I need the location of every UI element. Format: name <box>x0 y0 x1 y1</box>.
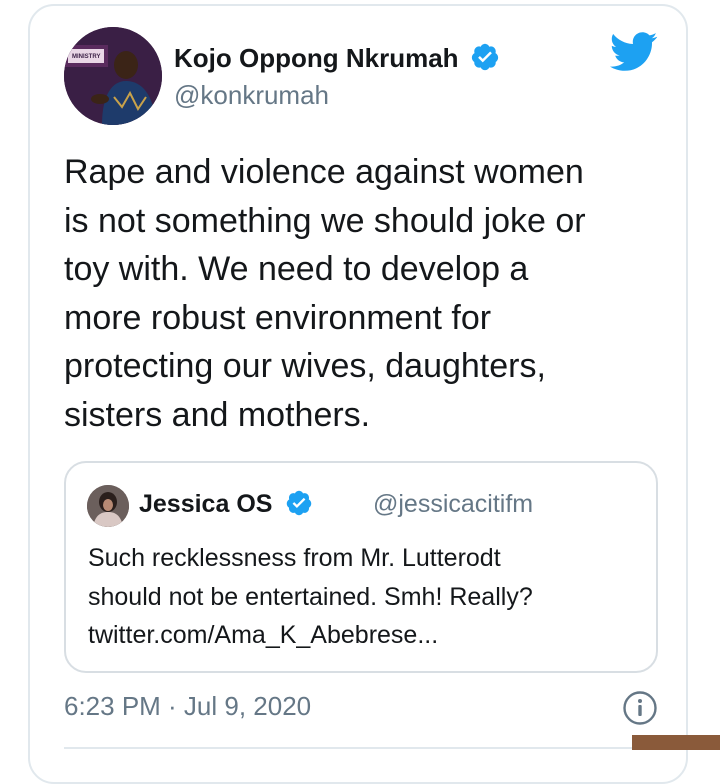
author-handle[interactable]: @konkrumah <box>174 80 329 111</box>
quoted-tweet[interactable]: Jessica OS @jessicacitifm Such recklessn… <box>64 461 658 673</box>
tweet-line: toy with. We need to develop a <box>64 250 529 288</box>
author-avatar[interactable]: MINISTRY <box>64 27 162 125</box>
author-name[interactable]: Kojo Oppong Nkrumah <box>174 42 500 74</box>
verified-badge-icon <box>471 43 498 71</box>
tweet-line: more robust environment for <box>64 298 492 337</box>
quoted-author-handle[interactable]: @jessicacitifm <box>373 490 533 519</box>
tweet-timestamp[interactable]: 6:23 PM · Jul 9, 2020 <box>64 691 311 722</box>
twitter-bird-icon[interactable] <box>610 32 658 72</box>
background-scrap <box>632 735 720 750</box>
quoted-tweet-line: should not be entertained. Smh! Really? <box>88 582 533 611</box>
quoted-tweet-text: Such recklessness from Mr. Lutterodt sho… <box>88 539 648 655</box>
author-name-text: Kojo Oppong Nkrumah <box>174 43 459 73</box>
quoted-author-avatar[interactable] <box>87 485 129 527</box>
tweet-text: Rape and violence against women is not s… <box>64 148 674 439</box>
tweet-line: protecting our wives, daughters, <box>64 347 546 385</box>
tweet-line: is not something we should joke or <box>64 201 586 240</box>
tweet-card: MINISTRY Kojo Oppong Nkrumah @konkrumah … <box>28 4 688 784</box>
tweet-line: sisters and mothers. <box>64 395 371 434</box>
info-icon[interactable] <box>622 690 658 726</box>
quoted-tweet-link[interactable]: twitter.com/Ama_K_Abebrese... <box>88 616 648 655</box>
quoted-tweet-line: Such recklessness from Mr. Lutterodt <box>88 544 501 572</box>
quoted-author-name[interactable]: Jessica OS <box>139 489 313 519</box>
verified-badge-icon <box>287 490 312 516</box>
divider <box>64 747 658 749</box>
quoted-author-name-text: Jessica OS <box>139 490 273 518</box>
tweet-line: Rape and violence against women <box>64 153 584 191</box>
svg-text:MINISTRY: MINISTRY <box>72 54 100 60</box>
